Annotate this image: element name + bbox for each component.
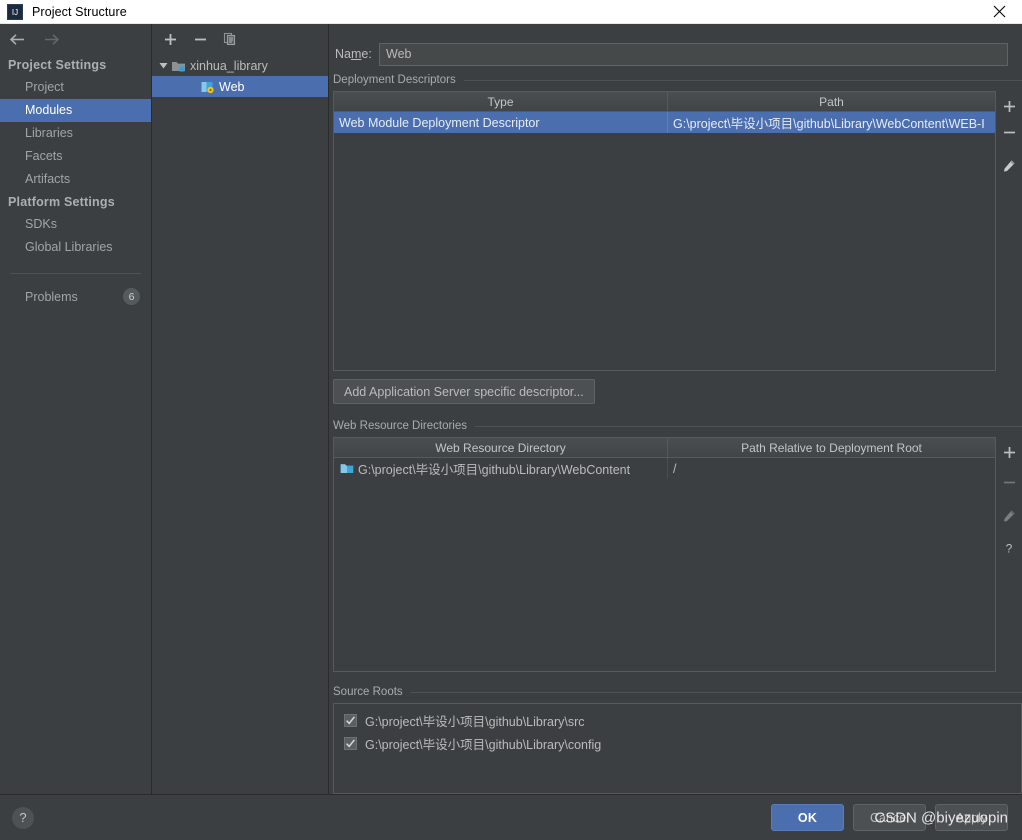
tree-node-web[interactable]: Web [152,76,328,97]
module-name-row: Name: [329,24,1022,70]
sidebar-item-sdks[interactable]: SDKs [0,213,151,236]
edit-web-resource-button[interactable] [998,505,1020,527]
column-header-path[interactable]: Path [667,92,995,111]
svg-text:IJ: IJ [12,8,18,17]
table-header-row: Type Path [334,92,995,112]
intellij-idea-icon: IJ [7,3,23,20]
help-button[interactable]: ? [12,806,34,829]
deployment-descriptors-title: Deployment Descriptors [333,74,456,86]
remove-web-resource-button[interactable] [998,471,1020,493]
web-resource-directories-table: Web Resource Directory Path Relative to … [333,437,996,672]
name-label-suffix: e: [361,47,372,61]
table-row[interactable]: Web Module Deployment Descriptor G:\proj… [334,112,995,133]
title-bar: IJ Project Structure [0,0,1022,24]
sidebar-item-global-libraries[interactable]: Global Libraries [0,236,151,259]
column-header-path-relative[interactable]: Path Relative to Deployment Root [667,438,995,457]
edit-descriptor-button[interactable] [998,155,1020,177]
tree-node-xinhua-library[interactable]: xinhua_library [152,55,328,76]
sidebar-item-libraries[interactable]: Libraries [0,122,151,145]
deployment-descriptors-toolbar [996,91,1022,371]
cancel-button[interactable]: Cancel [853,804,926,831]
add-web-resource-button[interactable] [998,441,1020,463]
module-tree: xinhua_library Web [152,54,328,794]
sidebar-item-artifacts[interactable]: Artifacts [0,168,151,191]
sidebar-nav-buttons [0,24,151,54]
module-name-label: Name: [335,47,379,61]
module-name-input[interactable] [379,42,1008,66]
apply-button[interactable]: Apply [935,804,1008,831]
sidebar-group-platform-settings: Platform Settings [8,195,115,209]
cell-web-resource-directory-label: G:\project\毕设小项目\github\Library\WebConte… [358,463,631,477]
source-roots-list: G:\project\毕设小项目\github\Library\src G:\p… [333,703,1022,794]
dialog-footer: ? OK Cancel Apply CSDN @biyezuopin [0,794,1022,840]
column-header-type[interactable]: Type [334,92,667,111]
sidebar-item-problems[interactable]: Problems 6 [0,285,151,308]
name-label-accel: m [350,47,362,61]
window-title: Project Structure [32,4,127,19]
group-divider-line [410,691,1022,693]
cell-web-resource-directory: G:\project\毕设小项目\github\Library\WebConte… [334,458,667,479]
plus-icon[interactable] [160,29,180,49]
table-header-row: Web Resource Directory Path Relative to … [334,438,995,458]
dialog-body: Project Settings Project Modules Librari… [0,24,1022,794]
sidebar-item-modules[interactable]: Modules [0,99,151,122]
add-appserver-descriptor-button[interactable]: Add Application Server specific descript… [333,379,595,404]
arrow-left-icon[interactable] [8,30,26,48]
name-label-prefix: Na [335,47,351,61]
project-structure-dialog: IJ Project Structure Project Settings Pr… [0,0,1022,840]
sidebar-group-project-settings: Project Settings [8,58,107,72]
question-icon: ? [19,810,27,825]
ok-button[interactable]: OK [771,804,844,831]
add-appserver-descriptor-row: Add Application Server specific descript… [329,371,1022,404]
cell-path-relative: / [667,458,995,479]
sidebar-item-facets[interactable]: Facets [0,145,151,168]
list-item[interactable]: G:\project\毕设小项目\github\Library\src [334,709,1021,732]
source-root-label: G:\project\毕设小项目\github\Library\src [365,715,585,729]
web-resource-directories-title: Web Resource Directories [333,420,468,432]
group-divider-line [463,79,1022,81]
web-resource-directories-toolbar: ? [996,437,1022,672]
chevron-down-icon[interactable] [157,61,170,70]
sidebar-divider [10,273,141,274]
deployment-descriptors-table: Type Path Web Module Deployment Descript… [333,91,996,371]
folder-icon [339,461,354,476]
module-tree-toolbar [152,24,328,54]
source-roots-group-header: Source Roots [329,686,1022,698]
column-header-web-resource-directory[interactable]: Web Resource Directory [334,438,667,457]
table-body: Web Module Deployment Descriptor G:\proj… [334,112,995,370]
deployment-descriptors-group-header: Deployment Descriptors [329,74,1022,86]
list-item[interactable]: G:\project\毕设小项目\github\Library\config [334,732,1021,755]
add-descriptor-button[interactable] [998,95,1020,117]
tree-node-label: xinhua_library [190,58,268,73]
question-icon[interactable]: ? [998,537,1020,559]
table-row[interactable]: G:\project\毕设小项目\github\Library\WebConte… [334,458,995,479]
source-root-checkbox[interactable] [344,714,357,727]
tree-node-label: Web [219,79,245,94]
source-roots-title: Source Roots [333,686,403,698]
module-folder-icon [170,58,186,74]
copy-icon[interactable] [220,29,240,49]
settings-sidebar: Project Settings Project Modules Librari… [0,24,152,794]
arrow-right-icon[interactable] [42,30,60,48]
module-settings-content: Name: Deployment Descriptors Type Path [329,24,1022,794]
remove-descriptor-button[interactable] [998,121,1020,143]
problems-count-badge: 6 [123,288,140,305]
deployment-descriptors-panel-wrap: Type Path Web Module Deployment Descript… [333,91,1022,371]
svg-text:?: ? [1006,542,1013,556]
module-tree-panel: xinhua_library Web [152,24,329,794]
cell-path: G:\project\毕设小项目\github\Library\WebConte… [667,112,995,133]
group-divider-line [475,425,1022,427]
sidebar-item-project[interactable]: Project [0,76,151,99]
sidebar-item-problems-label: Problems [25,289,78,304]
close-icon[interactable] [976,0,1022,24]
table-body: G:\project\毕设小项目\github\Library\WebConte… [334,458,995,671]
source-root-label: G:\project\毕设小项目\github\Library\config [365,738,602,752]
minus-icon[interactable] [190,29,210,49]
cell-type: Web Module Deployment Descriptor [339,115,540,130]
source-root-checkbox[interactable] [344,737,357,750]
web-facet-icon [199,79,215,95]
web-resource-directories-group-header: Web Resource Directories [329,420,1022,432]
web-resource-directories-panel-wrap: Web Resource Directory Path Relative to … [333,437,1022,672]
